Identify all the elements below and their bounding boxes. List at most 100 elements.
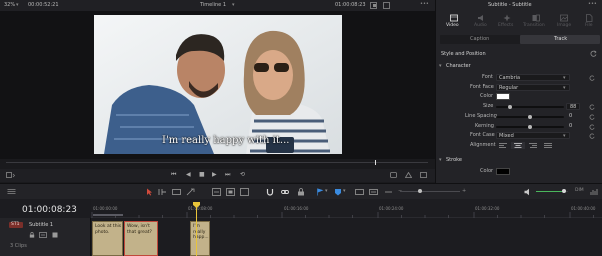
reset-icon[interactable]	[589, 104, 595, 110]
track-lock-icon[interactable]	[29, 232, 35, 238]
more-icon[interactable]: •••	[420, 2, 429, 7]
transport-controls: ⏮ ◀ ■ ▶ ⏭ ⟲	[0, 169, 435, 182]
last-frame-icon[interactable]: ⏭	[225, 172, 230, 178]
size-slider[interactable]	[496, 106, 564, 108]
dynamic-trim-icon[interactable]	[172, 188, 181, 196]
toggle-icon[interactable]	[370, 2, 377, 9]
kerning-row: Kerning 0	[436, 123, 602, 131]
timeline-zoom-slider[interactable]	[400, 191, 460, 192]
tab-video[interactable]: Video	[442, 12, 466, 32]
subtitle-clip-selected[interactable]: Wow, isn't that great?	[124, 221, 158, 256]
chevron-down-icon[interactable]: ▾	[16, 3, 19, 8]
reset-icon[interactable]	[589, 133, 595, 139]
reset-icon[interactable]	[589, 75, 595, 81]
subtitle-clip[interactable]: I'm really happ...	[190, 221, 210, 256]
subtitle-clip[interactable]: Look at this photo.	[92, 221, 123, 256]
insert-clip-icon[interactable]	[212, 188, 221, 196]
replace-clip-icon[interactable]	[240, 188, 249, 196]
inspector-panel: Subtitle - Subtitle ••• Video Audio Effe…	[435, 0, 602, 183]
dim-button[interactable]: DIM	[575, 188, 584, 194]
flag-icon[interactable]	[316, 188, 324, 196]
zoom-out-small-icon[interactable]: −	[398, 189, 402, 194]
stop-icon[interactable]: ■	[199, 172, 205, 178]
transition-icon	[532, 14, 540, 22]
fullscreen-icon[interactable]	[420, 172, 427, 178]
line-spacing-value[interactable]: 0	[569, 114, 572, 119]
zoom-out-icon[interactable]	[369, 188, 378, 196]
marker-icon[interactable]	[334, 188, 342, 196]
tab-image[interactable]: Image	[552, 12, 576, 32]
timeline-ruler[interactable]: 01:00:00:00 01:00:08:00 01:00:16:00 01:0…	[91, 199, 602, 218]
stroke-color-swatch[interactable]	[496, 168, 510, 175]
loop-icon[interactable]: ⟲	[240, 172, 245, 178]
font-select[interactable]: Cambria ▾	[496, 74, 570, 81]
audio-meter-icon[interactable]	[590, 188, 598, 196]
mark-out-icon[interactable]	[405, 172, 412, 178]
play-icon[interactable]: ▶	[212, 172, 217, 178]
reverse-play-icon[interactable]: ◀	[186, 172, 191, 178]
alignment-row: Alignment	[436, 142, 602, 150]
track-enable-icon[interactable]	[52, 232, 58, 238]
timeline-view-options-icon[interactable]	[7, 188, 16, 195]
align-right-icon	[529, 143, 537, 148]
kerning-slider-knob[interactable]	[528, 125, 532, 129]
subtab-caption[interactable]: Caption	[440, 35, 520, 44]
selection-tool-icon[interactable]	[146, 188, 153, 196]
align-center-button[interactable]	[511, 142, 525, 149]
size-row: Size 88	[436, 103, 602, 111]
viewer-options-icon[interactable]	[6, 172, 15, 178]
reset-icon[interactable]	[589, 124, 595, 130]
subtab-track[interactable]: Track	[520, 35, 600, 44]
timeline-name[interactable]: Timeline 1	[200, 3, 226, 8]
track-id-badge[interactable]: ST1	[9, 222, 23, 228]
overwrite-clip-icon[interactable]	[226, 188, 235, 196]
volume-slider-knob[interactable]	[562, 189, 566, 193]
volume-slider-fill	[536, 191, 562, 192]
trim-tool-icon[interactable]	[158, 188, 167, 196]
font-face-select[interactable]: Regular ▾	[496, 84, 570, 91]
mark-in-icon[interactable]	[390, 172, 397, 178]
track-name[interactable]: Subtitle 1	[29, 223, 53, 228]
kerning-value[interactable]: 0	[569, 124, 572, 129]
caption-display-icon[interactable]	[39, 232, 47, 238]
zoom-level[interactable]: 32%	[4, 3, 15, 8]
zoom-in-icon[interactable]	[355, 188, 364, 196]
viewer-layout-icon[interactable]	[383, 2, 390, 9]
align-left-button[interactable]	[496, 142, 510, 149]
timeline-timecode[interactable]: 01:00:08:23	[22, 206, 77, 215]
speaker-icon[interactable]	[524, 188, 532, 196]
blade-tool-icon[interactable]	[186, 188, 195, 196]
linked-selection-icon[interactable]	[281, 188, 289, 196]
timeline-zoom-knob[interactable]	[418, 189, 422, 193]
scrub-track[interactable]	[6, 162, 428, 163]
position-lock-icon[interactable]	[297, 188, 305, 196]
align-justify-button[interactable]	[541, 142, 555, 149]
chevron-down-icon[interactable]: ▾	[325, 189, 328, 194]
color-swatch[interactable]	[496, 93, 510, 100]
full-extent-zoom-icon[interactable]	[384, 188, 393, 196]
align-right-button[interactable]	[526, 142, 540, 149]
tab-transition[interactable]: Transition	[520, 12, 552, 32]
character-header[interactable]: ▾ Character	[436, 63, 602, 71]
font-case-select[interactable]: Mixed ▾	[496, 132, 570, 139]
ruler-label: 01:00:00:00	[93, 206, 118, 211]
line-spacing-slider-knob[interactable]	[528, 115, 532, 119]
more-icon[interactable]: •••	[588, 2, 597, 7]
tab-audio[interactable]: Audio	[469, 12, 493, 32]
tab-file[interactable]: File	[577, 12, 601, 32]
reset-icon[interactable]	[589, 114, 595, 120]
stroke-header[interactable]: ▾ Stroke	[436, 157, 602, 165]
snapping-icon[interactable]	[266, 188, 274, 196]
scrub-playhead[interactable]	[375, 160, 376, 165]
scrub-bar[interactable]	[0, 159, 435, 169]
reset-section-icon[interactable]	[590, 50, 597, 57]
zoom-in-small-icon[interactable]: +	[462, 189, 466, 194]
timeline-playhead[interactable]	[193, 202, 200, 208]
chevron-down-icon[interactable]: ▾	[343, 189, 346, 194]
size-input[interactable]: 88	[566, 103, 580, 110]
tab-effects[interactable]: Effects	[494, 12, 520, 32]
image-icon	[560, 14, 568, 22]
size-slider-knob[interactable]	[508, 105, 512, 109]
chevron-down-icon[interactable]: ▾	[232, 3, 235, 8]
first-frame-icon[interactable]: ⏮	[171, 172, 176, 178]
